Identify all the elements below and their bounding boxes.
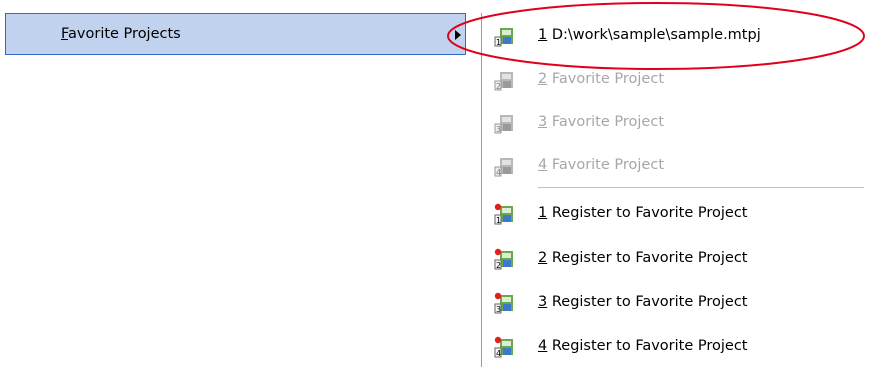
register-favorite-icon: 4 bbox=[494, 336, 513, 358]
submenu-item-label: 2 Favorite Project bbox=[538, 71, 664, 87]
submenu-item-label: 4 Register to Favorite Project bbox=[538, 338, 747, 354]
submenu-item-text: Favorite Project bbox=[547, 71, 665, 87]
submenu-item-register-1[interactable]: 1 1 Register to Favorite Project bbox=[482, 193, 869, 235]
submenu-item-text: Register to Favorite Project bbox=[547, 205, 748, 221]
favorite-projects-submenu: 1 1 D:\work\sample\sample.mtpj 2 2 Favor… bbox=[481, 13, 869, 367]
submenu-item-project-1[interactable]: 1 1 D:\work\sample\sample.mtpj bbox=[482, 15, 869, 57]
submenu-item-label: 4 Favorite Project bbox=[538, 157, 664, 173]
svg-text:3: 3 bbox=[496, 125, 501, 134]
submenu-item-text: Favorite Project bbox=[547, 157, 665, 173]
favorite-projects-label-rest: avorite Projects bbox=[68, 26, 181, 42]
svg-text:1: 1 bbox=[496, 38, 501, 47]
submenu-item-favorite-2: 2 2 Favorite Project bbox=[482, 59, 869, 101]
register-favorite-icon: 1 bbox=[494, 203, 513, 225]
submenu-item-text: D:\work\sample\sample.mtpj bbox=[547, 27, 761, 43]
submenu-item-text: Favorite Project bbox=[547, 114, 665, 130]
project-icon: 2 bbox=[494, 72, 513, 91]
svg-text:4: 4 bbox=[496, 168, 501, 177]
submenu-item-favorite-3: 3 3 Favorite Project bbox=[482, 102, 869, 144]
project-icon: 1 bbox=[494, 28, 513, 47]
submenu-item-label: 2 Register to Favorite Project bbox=[538, 250, 747, 266]
project-icon: 3 bbox=[494, 115, 513, 134]
menu-separator bbox=[538, 187, 864, 188]
triangle-right-icon bbox=[455, 30, 461, 40]
submenu-item-number: 3 bbox=[538, 114, 548, 130]
register-favorite-icon: 3 bbox=[494, 292, 513, 314]
submenu-item-label: 3 Register to Favorite Project bbox=[538, 294, 747, 310]
favorite-projects-label: Favorite Projects bbox=[61, 26, 181, 42]
project-icon: 4 bbox=[494, 158, 513, 177]
submenu-item-register-3[interactable]: 3 3 Register to Favorite Project bbox=[482, 282, 869, 324]
submenu-item-register-2[interactable]: 2 2 Register to Favorite Project bbox=[482, 238, 869, 280]
submenu-item-favorite-4: 4 4 Favorite Project bbox=[482, 145, 869, 187]
register-favorite-icon: 2 bbox=[494, 248, 513, 270]
submenu-item-number: 4 bbox=[538, 157, 548, 173]
submenu-item-text: Register to Favorite Project bbox=[547, 294, 748, 310]
favorite-projects-menu-item[interactable]: Favorite Projects bbox=[5, 13, 466, 55]
svg-text:4: 4 bbox=[496, 349, 501, 358]
submenu-item-text: Register to Favorite Project bbox=[547, 338, 748, 354]
submenu-item-number: 1 bbox=[538, 205, 548, 221]
submenu-item-label: 1 D:\work\sample\sample.mtpj bbox=[538, 27, 761, 43]
submenu-item-number: 4 bbox=[538, 338, 548, 354]
submenu-item-text: Register to Favorite Project bbox=[547, 250, 748, 266]
svg-text:2: 2 bbox=[496, 82, 501, 91]
submenu-item-number: 2 bbox=[538, 71, 548, 87]
submenu-item-number: 2 bbox=[538, 250, 548, 266]
submenu-item-register-4[interactable]: 4 4 Register to Favorite Project bbox=[482, 326, 869, 368]
submenu-item-number: 3 bbox=[538, 294, 548, 310]
submenu-item-label: 3 Favorite Project bbox=[538, 114, 664, 130]
submenu-item-label: 1 Register to Favorite Project bbox=[538, 205, 747, 221]
svg-text:2: 2 bbox=[496, 261, 501, 270]
svg-text:3: 3 bbox=[496, 305, 501, 314]
submenu-item-number: 1 bbox=[538, 27, 548, 43]
favorite-projects-mnemonic: F bbox=[61, 26, 69, 42]
svg-text:1: 1 bbox=[496, 216, 501, 225]
